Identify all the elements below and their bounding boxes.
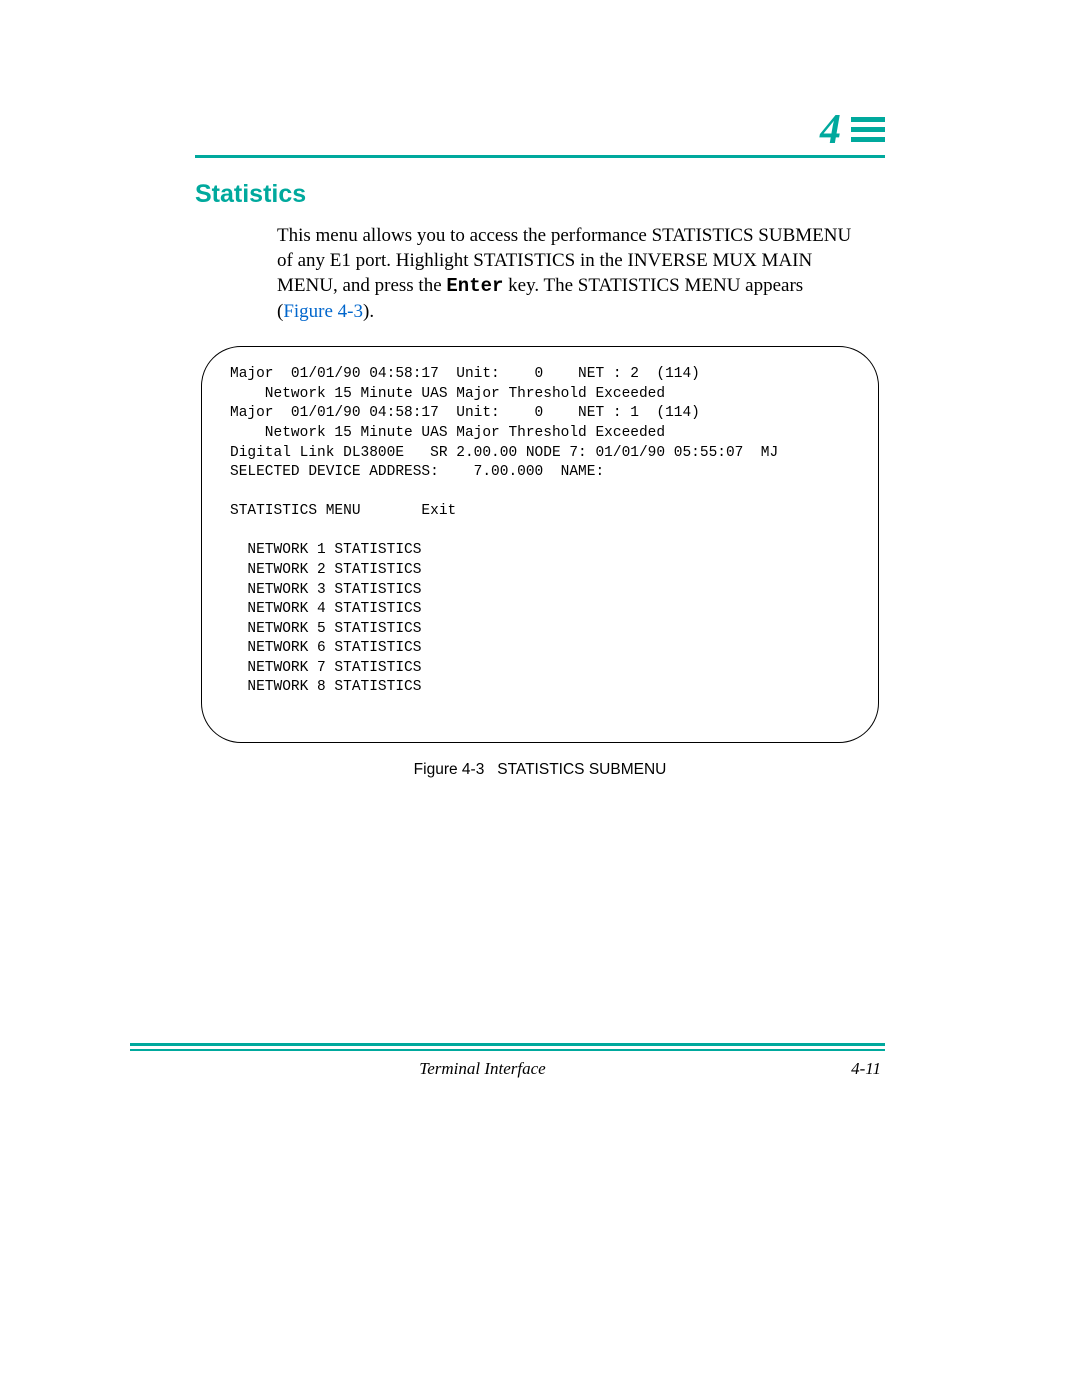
footer-center: Terminal Interface — [134, 1059, 831, 1079]
figure-reference: Figure 4-3 — [283, 301, 363, 322]
intro-line4b: ). — [363, 301, 374, 322]
chapter-mark: 4 — [820, 109, 885, 151]
page: 4 Statistics This menu allows you to acc… — [0, 0, 1080, 1397]
page-footer: Terminal Interface 4-11 — [130, 1043, 885, 1079]
figure-caption-text: STATISTICS SUBMENU — [497, 761, 666, 778]
chapter-bars-icon — [851, 117, 885, 144]
footer-rules — [130, 1043, 885, 1051]
enter-key: Enter — [446, 275, 503, 297]
figure-caption: Figure 4-3 STATISTICS SUBMENU — [195, 761, 885, 779]
header-rule: 4 — [195, 115, 885, 158]
footer-page-number: 4-11 — [831, 1059, 881, 1079]
footer-text: Terminal Interface 4-11 — [130, 1059, 885, 1079]
intro-line3a: MENU, and press the — [277, 275, 446, 296]
intro-line1: This menu allows you to access the perfo… — [277, 225, 851, 246]
intro-line3b: key. The STATISTICS MENU appears — [503, 275, 803, 296]
figure-caption-prefix: Figure 4-3 — [414, 761, 485, 778]
terminal-screenshot: Major 01/01/90 04:58:17 Unit: 0 NET : 2 … — [201, 346, 879, 743]
intro-paragraph: This menu allows you to access the perfo… — [277, 223, 885, 324]
section-title: Statistics — [195, 180, 885, 209]
chapter-number: 4 — [820, 109, 841, 151]
intro-line2a: of any E1 port. Highlight STATISTICS in … — [277, 250, 812, 271]
